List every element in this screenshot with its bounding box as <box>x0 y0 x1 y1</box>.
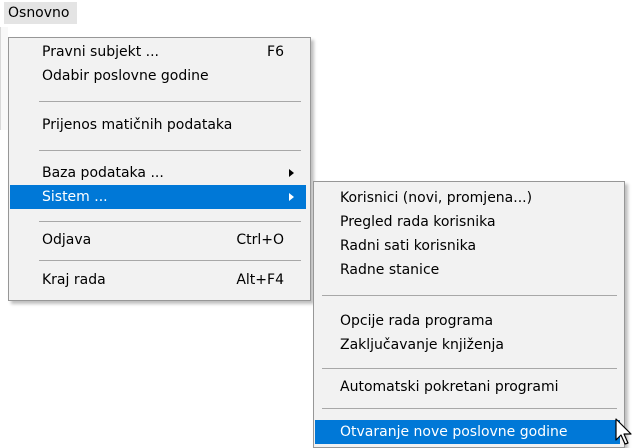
menu-item-label: Pregled rada korisnika <box>340 214 496 230</box>
menu-item-label: Prijenos matičnih podataka <box>42 117 233 133</box>
menu-item-label: Otvaranje nove poslovne godine <box>340 424 568 440</box>
menu-bar: Osnovno <box>0 0 643 27</box>
menubar-item-label: Osnovno <box>8 5 70 21</box>
menu-item-label: Sistem ... <box>42 189 108 205</box>
menu-item-label: Opcije rada programa <box>340 313 494 329</box>
menu-separator <box>322 408 617 409</box>
menu-separator <box>39 150 301 151</box>
sistem-submenu: Korisnici (novi, promjena...) Pregled ra… <box>313 181 625 448</box>
submenu-item-pregled-rada-korisnika[interactable]: Pregled rada korisnika <box>315 210 620 234</box>
app-window-edge <box>0 27 8 130</box>
menu-item-label: Odjava <box>42 232 92 248</box>
shortcut-label: Ctrl+O <box>236 232 284 248</box>
menu-item-sistem[interactable]: Sistem ... <box>10 185 306 209</box>
submenu-item-korisnici[interactable]: Korisnici (novi, promjena...) <box>315 186 620 210</box>
menu-item-label: Korisnici (novi, promjena...) <box>340 190 533 206</box>
menu-item-label: Automatski pokretani programi <box>340 379 559 395</box>
submenu-item-otvaranje-nove-poslovne-godine[interactable]: Otvaranje nove poslovne godine <box>315 420 620 444</box>
menubar-item-osnovno[interactable]: Osnovno <box>4 2 78 24</box>
submenu-arrow-icon <box>289 193 294 201</box>
menu-item-kraj-rada[interactable]: Kraj rada Alt+F4 <box>10 268 306 292</box>
submenu-item-opcije-rada-programa[interactable]: Opcije rada programa <box>315 309 620 333</box>
menu-separator <box>39 221 301 222</box>
menu-item-odabir-poslovne-godine[interactable]: Odabir poslovne godine <box>10 64 306 88</box>
shortcut-label: Alt+F4 <box>236 272 284 288</box>
menu-item-label: Radne stanice <box>340 262 440 278</box>
submenu-arrow-icon <box>289 169 294 177</box>
submenu-item-zakljucavanje-knjizenja[interactable]: Zaključavanje knjiženja <box>315 333 620 357</box>
menu-item-label: Baza podataka ... <box>42 165 164 181</box>
menu-separator <box>322 368 617 369</box>
mouse-pointer-icon <box>615 418 632 445</box>
menu-item-label: Kraj rada <box>42 272 106 288</box>
menu-item-label: Pravni subjekt ... <box>42 44 159 60</box>
menu-separator <box>39 260 301 261</box>
submenu-item-radni-sati-korisnika[interactable]: Radni sati korisnika <box>315 234 620 258</box>
menu-item-label: Odabir poslovne godine <box>42 68 209 84</box>
menu-separator <box>322 295 617 296</box>
menu-item-pravni-subjekt[interactable]: Pravni subjekt ... F6 <box>10 40 306 64</box>
menu-item-odjava[interactable]: Odjava Ctrl+O <box>10 228 306 252</box>
menu-item-prijenos-maticnih-podataka[interactable]: Prijenos matičnih podataka <box>10 113 306 137</box>
menu-item-baza-podataka[interactable]: Baza podataka ... <box>10 161 306 185</box>
submenu-item-radne-stanice[interactable]: Radne stanice <box>315 258 620 282</box>
main-dropdown-menu: Pravni subjekt ... F6 Odabir poslovne go… <box>8 37 311 301</box>
menu-separator <box>39 101 301 102</box>
menu-item-label: Zaključavanje knjiženja <box>340 337 504 353</box>
shortcut-label: F6 <box>267 44 284 60</box>
submenu-item-automatski-pokretani-programi[interactable]: Automatski pokretani programi <box>315 375 620 399</box>
menu-item-label: Radni sati korisnika <box>340 238 477 254</box>
